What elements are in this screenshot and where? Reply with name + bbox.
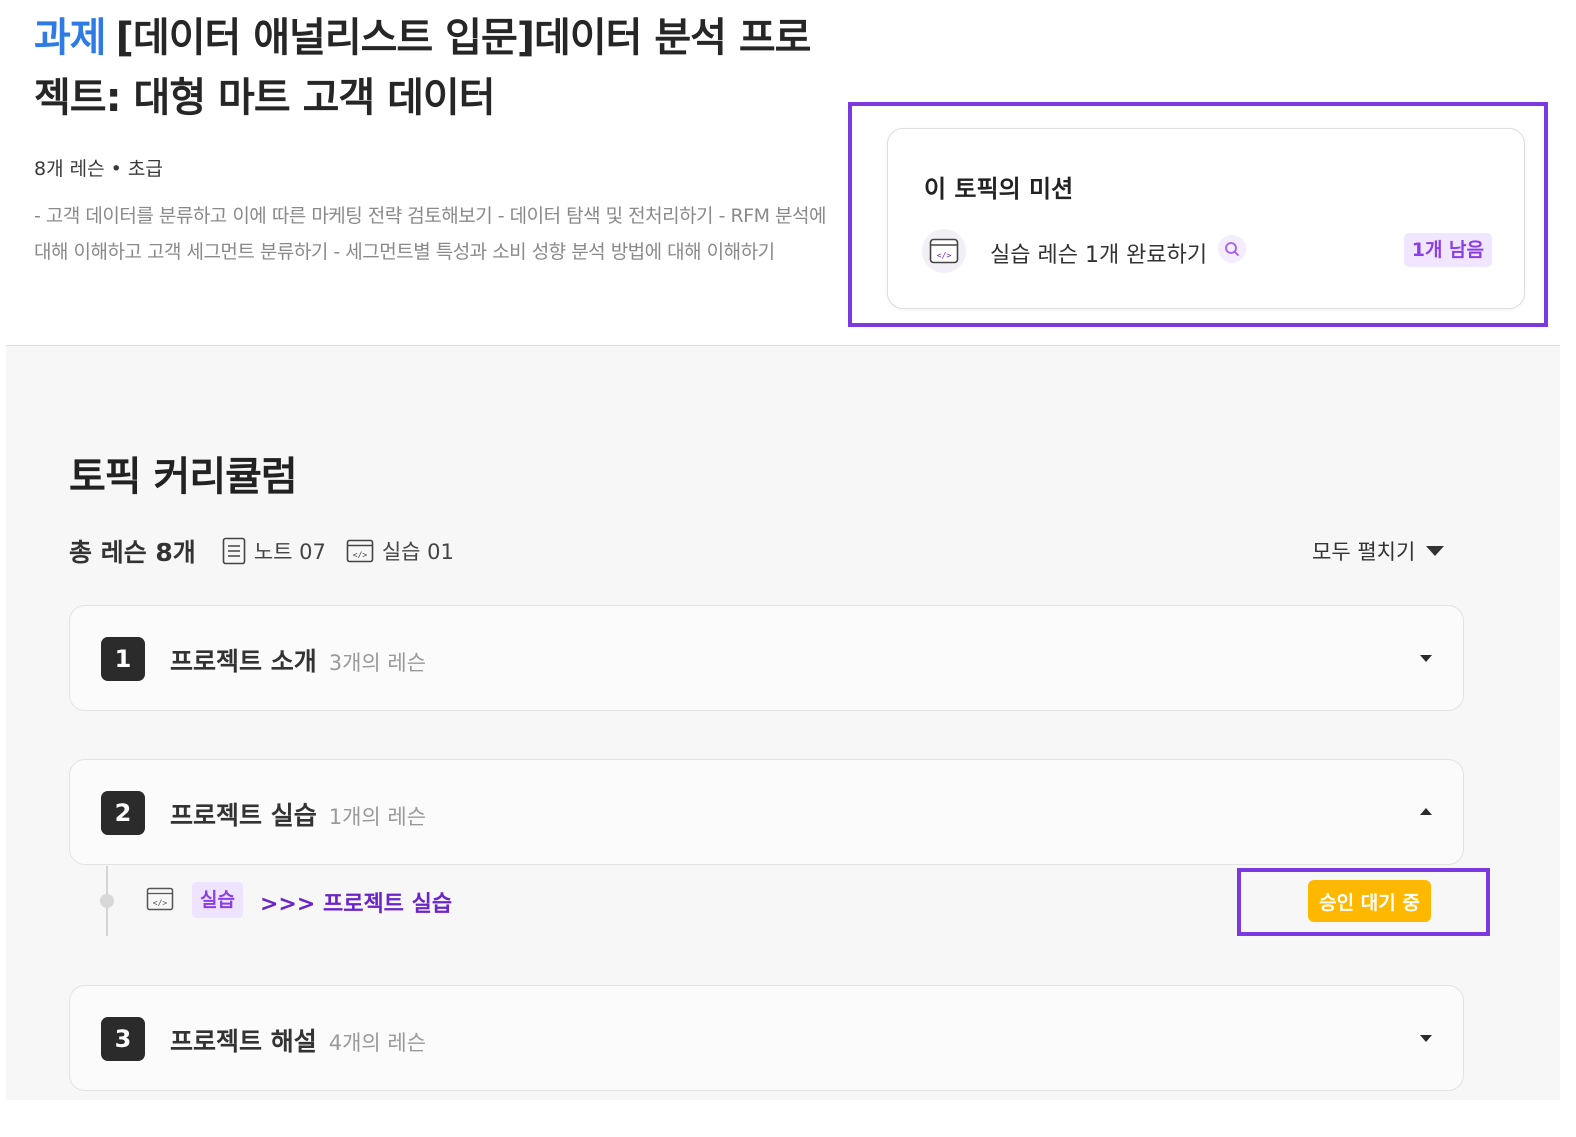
notes-count-label: 노트 07 [253, 540, 326, 564]
code-window-icon: </> [346, 539, 374, 563]
topic-meta: 8개 레슨 • 초급 [34, 158, 163, 180]
curriculum-title: 토픽 커리큘럼 [69, 454, 298, 500]
mission-remaining-badge: 1개 남음 [1403, 233, 1492, 267]
note-icon [222, 537, 246, 565]
lesson-title-link[interactable]: >>> 프로젝트 실습 [260, 886, 452, 918]
expand-all-label: 모두 펼치기 [1312, 540, 1416, 564]
caret-down-icon[interactable] [1419, 1033, 1433, 1043]
mission-title: 이 토픽의 미션 [924, 175, 1074, 203]
section-title: 프로젝트 소개 3개의 레슨 [170, 647, 427, 676]
total-lessons: 총 레슨 8개 [69, 538, 196, 567]
section-title: 프로젝트 해설 4개의 레슨 [170, 1027, 427, 1056]
section-number: 1 [101, 637, 145, 681]
practice-count: </> 실습 01 [346, 536, 454, 566]
topic-header: 과제 [데이터 애널리스트 입문]데이터 분석 프로젝트: 대형 마트 고객 데이… [0, 0, 1576, 346]
caret-down-icon [1426, 546, 1445, 556]
approval-status-badge: 승인 대기 중 [1308, 880, 1431, 922]
curriculum-section-2[interactable]: 2 프로젝트 실습 1개의 레슨 [69, 759, 1464, 865]
lesson-timeline-dot [100, 894, 114, 908]
svg-text:</>: </> [353, 551, 368, 560]
section-lesson-count: 4개의 레슨 [328, 1031, 427, 1055]
curriculum-stats: 총 레슨 8개 노트 07 </> 실습 01 [69, 534, 474, 568]
section-lesson-count: 3개의 레슨 [328, 651, 427, 675]
caret-up-icon[interactable] [1419, 807, 1433, 817]
svg-text:</>: </> [153, 899, 168, 908]
mission-item[interactable]: </> 실습 레슨 1개 완료하기 1개 남음 [922, 229, 1492, 273]
search-icon[interactable] [1218, 235, 1246, 263]
section-number: 2 [101, 791, 145, 835]
mission-card: 이 토픽의 미션 </> 실습 레슨 1개 완료하기 1개 남음 [887, 128, 1525, 309]
topic-description: - 고객 데이터를 분류하고 이에 따른 마케팅 전략 검토해보기 - 데이터 … [34, 205, 826, 263]
topic-tag: 과제 [34, 15, 107, 61]
practice-count-label: 실습 01 [381, 540, 454, 564]
curriculum-section-3[interactable]: 3 프로젝트 해설 4개의 레슨 [69, 985, 1464, 1091]
mission-item-label: 실습 레슨 1개 완료하기 [990, 243, 1208, 268]
section-number: 3 [101, 1017, 145, 1061]
section-title: 프로젝트 실습 1개의 레슨 [170, 801, 427, 830]
notes-count: 노트 07 [222, 536, 326, 566]
code-window-icon: </> [146, 887, 174, 911]
topic-title: 과제 [데이터 애널리스트 입문]데이터 분석 프로젝트: 대형 마트 고객 데이… [34, 8, 814, 128]
code-window-icon: </> [922, 229, 966, 273]
lesson-type-badge: 실습 [192, 882, 243, 918]
curriculum-section: 토픽 커리큘럼 총 레슨 8개 노트 07 </> 실습 01 모두 펼치기 1… [6, 346, 1560, 1100]
svg-text:</>: </> [937, 251, 952, 260]
section-lesson-count: 1개의 레슨 [328, 805, 427, 829]
curriculum-section-1[interactable]: 1 프로젝트 소개 3개의 레슨 [69, 605, 1464, 711]
topic-title-text: [데이터 애널리스트 입문]데이터 분석 프로젝트: 대형 마트 고객 데이터 [34, 15, 811, 121]
caret-down-icon[interactable] [1419, 653, 1433, 663]
expand-all-button[interactable]: 모두 펼치기 [1312, 536, 1445, 566]
